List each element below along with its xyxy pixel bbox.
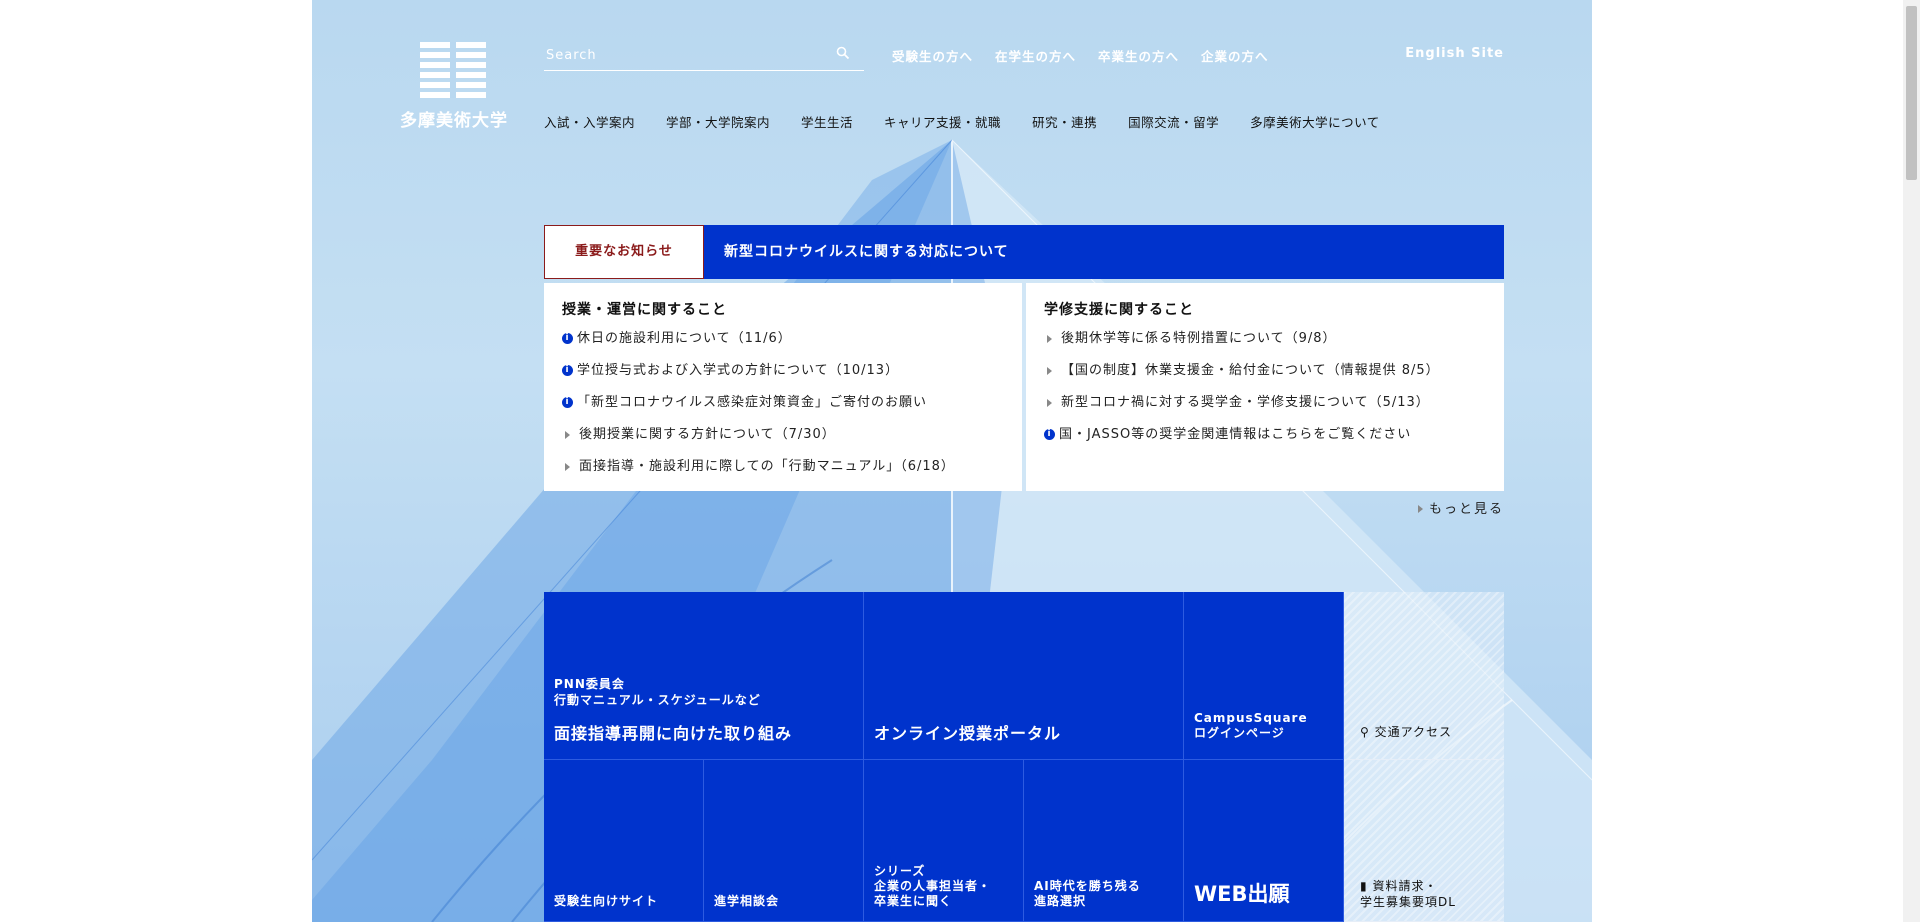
main-nav-about[interactable]: 多摩美術大学について [1250,112,1380,131]
tile-ai-career[interactable]: AI時代を勝ち残る 進路選択 [1024,760,1184,922]
logo-mark-icon [420,42,486,98]
notice-column-title: 授業・運営に関すること [562,302,727,318]
tile-brochure-request[interactable]: ▮ 資料請求・ 学生募集要項DL [1344,760,1504,922]
notice-item[interactable]: 後期授業に関する方針について（7/30） [562,425,1022,457]
search-input[interactable] [544,44,828,66]
tile-subtitle: 卒業生に聞く [874,894,953,908]
audience-nav: 受験生の方へ 在学生の方へ 卒業生の方へ 企業の方へ [892,46,1291,65]
main-nav: 入試・入学案内 学部・大学院案内 学生生活 キャリア支援・就職 研究・連携 国際… [544,112,1411,131]
nav-alumni[interactable]: 卒業生の方へ [1098,46,1179,65]
notice-item[interactable]: 新型コロナ禍に対する奨学金・学修支援について（5/13） [1044,393,1504,425]
notice-item[interactable]: i 学位授与式および入学式の方針について（10/13） [562,361,1022,393]
tile-online-portal[interactable]: オンライン授業ポータル [864,592,1184,760]
main-nav-research[interactable]: 研究・連携 [1032,112,1097,131]
tile-subtitle: ログインページ [1194,726,1285,740]
book-icon: ▮ [1360,879,1368,893]
notice-item[interactable]: 【国の制度】休業支援金・給付金について（情報提供 8/5） [1044,361,1504,393]
info-icon: i [562,365,573,376]
arrow-right-icon [1047,335,1052,343]
info-icon: i [562,333,573,344]
notice-item-text: 国・JASSO等の奨学金関連情報はこちらをご覧ください [1059,427,1412,442]
page: 多摩美術大学 受験生の方へ 在学生の方へ 卒業生の方へ 企業の方へ Englis… [312,0,1592,922]
notice-item-text: 【国の制度】休業支援金・給付金について（情報提供 8/5） [1061,363,1440,378]
tile-access-label: ⚲ 交通アクセス [1360,724,1452,740]
tile-campussquare[interactable]: CampusSquare ログインページ [1184,592,1344,760]
notice-item[interactable]: i 国・JASSO等の奨学金関連情報はこちらをご覧ください [1044,425,1504,457]
main-nav-international[interactable]: 国際交流・留学 [1128,112,1219,131]
notice-item-text: 面接指導・施設利用に際しての「行動マニュアル」（6/18） [579,459,955,474]
arrow-right-icon [1047,367,1052,375]
nav-current-students[interactable]: 在学生の方へ [995,46,1076,65]
main-nav-career[interactable]: キャリア支援・就職 [884,112,1001,131]
tile-subtitle: PNN委員会 [554,677,625,691]
tile-web-application[interactable]: WEB出願 [1184,760,1344,922]
arrow-right-icon [565,463,570,471]
nav-prospective-students[interactable]: 受験生の方へ [892,46,973,65]
notice-item-text: 「新型コロナウイルス感染症対策資金」ご寄付のお願い [577,395,928,410]
notice-item[interactable]: 面接指導・施設利用に際しての「行動マニュアル」（6/18） [562,457,1022,489]
map-pin-icon: ⚲ [1360,725,1370,739]
notice-item-text: 後期授業に関する方針について（7/30） [579,427,836,442]
tile-subtitle: AI時代を勝ち残る [1034,879,1141,893]
university-name: 多摩美術大学 [400,111,508,131]
main-nav-student-life[interactable]: 学生生活 [801,112,853,131]
tile-title: 面接指導再開に向けた取り組み [554,724,793,743]
nav-companies[interactable]: 企業の方へ [1201,46,1269,65]
notice-item[interactable]: i 休日の施設利用について（11/6） [562,329,1022,361]
notice-item[interactable]: 後期休学等に係る特例措置について（9/8） [1044,329,1504,361]
tile-label: 交通アクセス [1374,725,1453,739]
notice-column-title: 学修支援に関すること [1044,302,1194,318]
notice-item-text: 新型コロナ禍に対する奨学金・学修支援について（5/13） [1061,395,1430,410]
info-icon: i [562,397,573,408]
tile-label-line: 資料請求・ [1372,879,1438,893]
tile-title: WEB出願 [1194,882,1290,906]
tile-subtitle: 進路選択 [1034,894,1087,908]
tile-subtitle: CampusSquare [1194,711,1308,725]
tile-subtitle: 企業の人事担当者・ [874,879,992,893]
tile-label: ▮ 資料請求・ [1360,878,1437,894]
tile-pnn[interactable]: PNN委員会 行動マニュアル・スケジュールなど 面接指導再開に向けた取り組み [544,592,864,760]
notice-item[interactable]: i 「新型コロナウイルス感染症対策資金」ご寄付のお願い [562,393,1022,425]
tile-access[interactable]: ⚲ 交通アクセス [1344,592,1504,760]
notice-item-text: 後期休学等に係る特例措置について（9/8） [1061,331,1337,346]
important-notice-tab[interactable]: 重要なお知らせ [544,225,704,279]
notice-column-support: 学修支援に関すること 後期休学等に係る特例措置について（9/8） 【国の制度】休… [1026,283,1504,491]
notice-headline[interactable]: 新型コロナウイルスに関する対応について [704,225,1504,279]
more-link[interactable]: もっと見る [1417,498,1504,517]
search-box [544,40,864,71]
arrow-right-icon [565,431,570,439]
arrow-right-icon [1417,505,1423,513]
notice-item-text: 休日の施設利用について（11/6） [577,331,792,346]
scrollbar-thumb[interactable] [1906,6,1917,180]
tile-series-interviews[interactable]: シリーズ 企業の人事担当者・ 卒業生に聞く [864,760,1024,922]
page-scrollbar[interactable] [1903,0,1920,922]
info-icon: i [1044,429,1055,440]
tile-subtitle: 行動マニュアル・スケジュールなど [554,693,761,707]
main-nav-admissions[interactable]: 入試・入学案内 [544,112,635,131]
tile-applicant-site[interactable]: 受験生向けサイト [544,760,704,922]
tile-subtitle: シリーズ [874,864,926,878]
more-link-label: もっと見る [1428,502,1504,517]
english-site-link[interactable]: English Site [1405,46,1504,61]
tile-title: オンライン授業ポータル [874,724,1062,743]
main-nav-faculties[interactable]: 学部・大学院案内 [666,112,770,131]
tile-subtitle: 受験生向けサイト [554,894,659,908]
arrow-right-icon [1047,399,1052,407]
tile-label-line: 学生募集要項DL [1360,895,1456,909]
notice-column-classes: 授業・運営に関すること i 休日の施設利用について（11/6） i 学位授与式および… [544,283,1022,491]
search-icon[interactable] [836,46,850,60]
notice-item-text: 学位授与式および入学式の方針について（10/13） [577,363,900,378]
tile-subtitle: 進学相談会 [714,894,780,908]
tile-consultation[interactable]: 進学相談会 [704,760,864,922]
university-logo[interactable]: 多摩美術大学 [398,42,510,132]
